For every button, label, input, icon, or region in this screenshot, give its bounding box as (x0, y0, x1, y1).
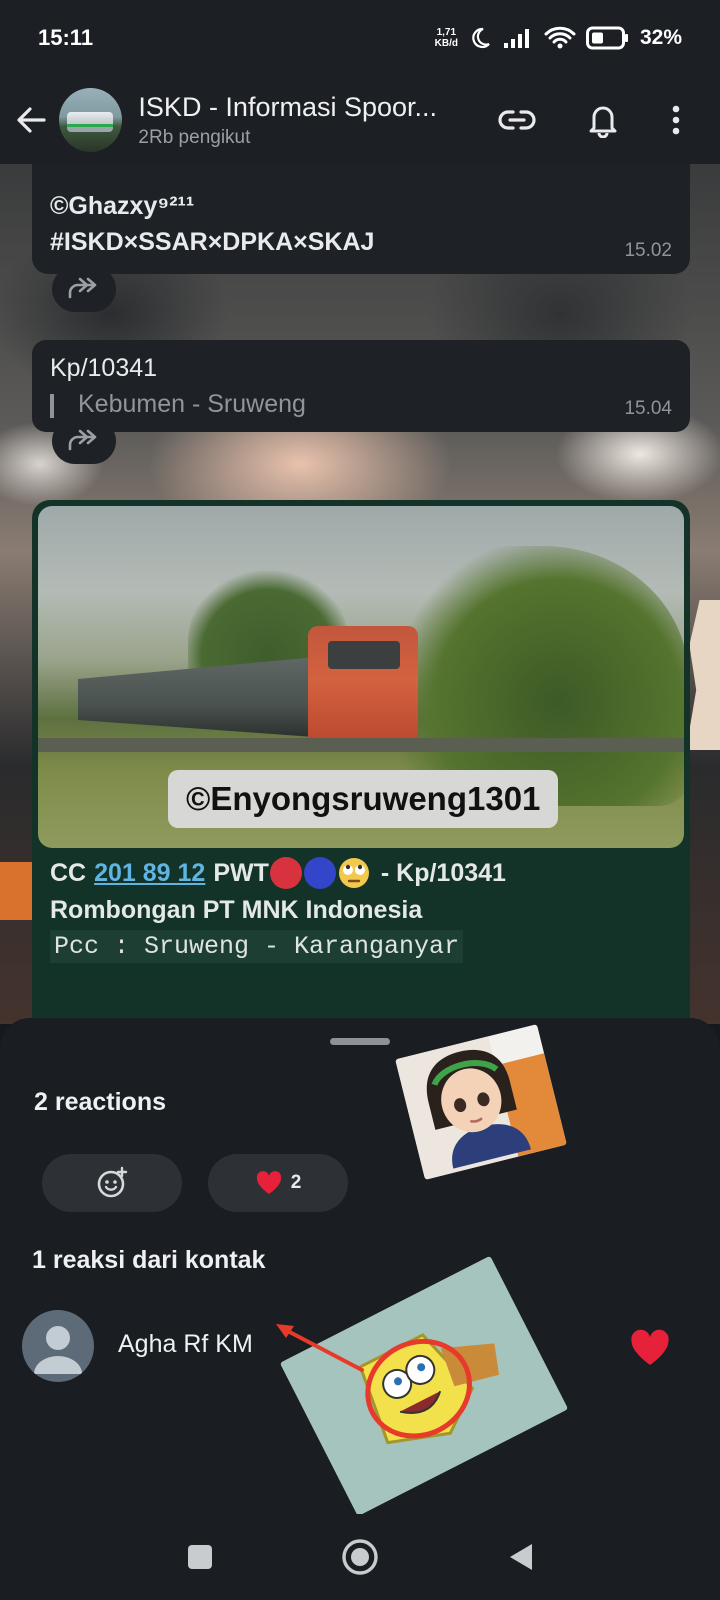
eye-roll-emoji-icon (338, 858, 369, 888)
heart-reaction-count: 2 (290, 1172, 302, 1193)
post-caption-code: Pcc : Sruweng - Karanganyar (50, 930, 464, 963)
bell-icon (589, 106, 617, 138)
heart-icon (256, 1171, 281, 1194)
system-nav-bar (0, 1514, 720, 1600)
message-text: #ISKD×SSAR×DPKA×SKAJ (50, 228, 375, 256)
home-button[interactable] (330, 1527, 390, 1587)
reactions-title: 2 reactions (34, 1088, 167, 1116)
post-caption-line-1: CC 201 89 12 PWT - Kp/10341 (50, 856, 506, 890)
person-icon (34, 1326, 82, 1374)
message-bubble[interactable]: ©Ghazxy⁹²¹¹ #ISKD×SSAR×DPKA×SKAJ 15.02 (32, 164, 690, 274)
contact-reaction (628, 1328, 672, 1373)
channel-title: ISKD - Informasi Spoor... (138, 91, 438, 122)
contact-avatar (22, 1310, 94, 1382)
net-speed: 1,71 KB/d (434, 27, 458, 49)
back-button[interactable] (2, 76, 59, 164)
contact-name: Agha Rf KM (118, 1330, 253, 1358)
forward-button[interactable] (52, 418, 116, 464)
recent-apps-button[interactable] (170, 1527, 230, 1587)
post-caption-line-2: Rombongan PT MNK Indonesia (50, 896, 423, 924)
photo-watermark: ©Enyongsruweng1301 (168, 770, 559, 828)
blue-circle-icon (303, 857, 336, 889)
back-icon (510, 1544, 532, 1570)
message-text: Kp/10341 (50, 354, 158, 382)
message-bubble[interactable]: Kp/10341 Kebumen - Sruweng 15.04 (32, 340, 690, 432)
link-button[interactable] (474, 90, 560, 150)
message-time: 15.02 (624, 240, 672, 261)
more-vert-icon (672, 105, 680, 135)
contacts-reactions-title: 1 reaksi dari kontak (32, 1246, 266, 1274)
red-circle-icon (269, 857, 302, 889)
battery-icon (585, 26, 628, 50)
wifi-icon (544, 26, 576, 49)
add-reaction-chip[interactable] (42, 1154, 182, 1212)
app-actions (474, 90, 706, 150)
home-icon (342, 1539, 378, 1575)
forward-icon (68, 277, 97, 299)
mute-button[interactable] (560, 90, 646, 150)
forward-icon (68, 429, 97, 451)
channel-info[interactable]: ISKD - Informasi Spoor... 2Rb pengikut (138, 92, 474, 149)
caption-link[interactable]: 201 89 12 (94, 859, 205, 888)
sheet-drag-handle[interactable] (330, 1038, 390, 1045)
photo-post[interactable]: ©Enyongsruweng1301 CC 201 89 12 PWT - Kp… (32, 500, 690, 1040)
more-options-button[interactable] (646, 90, 706, 150)
wallpaper-accent (0, 862, 34, 920)
heart-reaction-chip[interactable]: 2 (208, 1154, 348, 1212)
recent-apps-icon (188, 1545, 212, 1569)
message-time: 15.04 (624, 398, 672, 419)
app-bar: ISKD - Informasi Spoor... 2Rb pengikut (0, 76, 720, 164)
status-icons: 1,71 KB/d 32% (435, 26, 682, 50)
post-photo[interactable]: ©Enyongsruweng1301 (38, 506, 684, 848)
heart-icon (631, 1329, 669, 1365)
channel-followers: 2Rb pengikut (138, 126, 251, 148)
annotation-arrow (276, 1324, 364, 1372)
moon-icon (472, 27, 490, 49)
signal-icon (503, 29, 529, 48)
back-arrow-icon (17, 107, 46, 133)
status-bar: 15:11 1,71 KB/d 32% (0, 0, 720, 76)
nav-back-button[interactable] (490, 1527, 550, 1587)
forward-button[interactable] (52, 266, 116, 312)
channel-avatar[interactable] (59, 88, 123, 152)
add-reaction-icon (97, 1166, 128, 1198)
link-icon (498, 110, 536, 130)
battery-percent: 32% (639, 26, 682, 49)
status-time: 15:11 (38, 25, 94, 50)
message-text: ©Ghazxy⁹²¹¹ (50, 192, 195, 220)
message-quote: Kebumen - Sruweng (50, 390, 306, 419)
